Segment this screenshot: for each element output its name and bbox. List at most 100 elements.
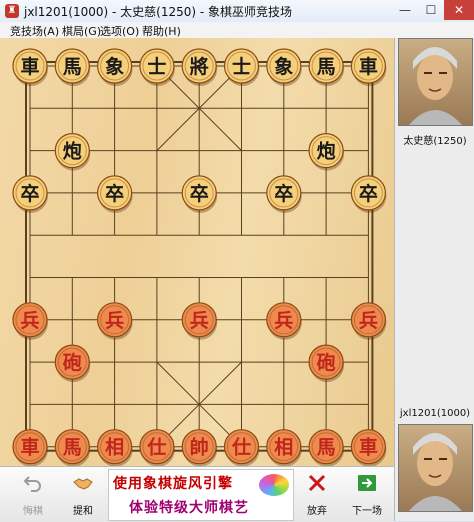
piece-label: 車 (359, 55, 378, 78)
red-cannon-piece[interactable]: 砲 (308, 344, 345, 383)
black-chariot-piece[interactable]: 車 (350, 48, 387, 86)
offer-draw-label: 提和 (73, 506, 93, 517)
undo-label: 悔棋 (23, 506, 43, 517)
black-general-piece[interactable]: 將 (181, 48, 218, 86)
next-game-button[interactable]: 下一场 (342, 469, 392, 519)
piece-label: 仕 (146, 436, 166, 459)
resign-label: 放弃 (307, 506, 327, 517)
title-bar: ♜ jxl1201(1000) - 太史慈(1250) - 象棋巫师竞技场 — … (0, 0, 474, 23)
resign-x-icon (308, 474, 326, 492)
window-title: jxl1201(1000) - 太史慈(1250) - 象棋巫师竞技场 (24, 5, 293, 19)
piece-label: 帥 (190, 436, 209, 459)
app-icon: ♜ (5, 4, 19, 18)
red-soldier-piece[interactable]: 兵 (181, 302, 218, 340)
red-soldier-piece[interactable]: 兵 (350, 302, 387, 340)
black-horse-piece[interactable]: 馬 (308, 48, 345, 86)
opponent-name: 太史慈(1250) (403, 136, 467, 147)
offer-draw-button[interactable]: 提和 (58, 469, 108, 519)
red-elephant-piece[interactable]: 相 (266, 429, 302, 466)
menu-help[interactable]: 帮助(H) (142, 23, 181, 39)
menu-bar: 竞技场(A) 棋局(G) 选项(O) 帮助(H) (0, 22, 474, 39)
black-soldier-piece[interactable]: 卒 (350, 175, 387, 213)
piece-label: 車 (20, 55, 39, 78)
black-soldier-piece[interactable]: 卒 (266, 175, 302, 213)
swirl-logo-icon (259, 474, 289, 496)
chess-board[interactable]: 車馬象士將士象馬車炮炮卒卒卒卒卒兵兵兵兵兵砲砲車馬相仕帥仕相馬車 (0, 38, 394, 466)
piece-label: 車 (359, 436, 378, 459)
piece-label: 象 (105, 55, 124, 78)
piece-label: 馬 (63, 56, 82, 78)
promo-line-1: 使用象棋旋风引擎 (113, 476, 233, 492)
menu-options[interactable]: 选项(O) (100, 23, 139, 39)
piece-label: 馬 (317, 56, 336, 78)
self-portrait (398, 424, 473, 512)
piece-label: 兵 (274, 310, 293, 332)
black-soldier-piece[interactable]: 卒 (12, 175, 48, 213)
opponent-avatar-icon (409, 47, 462, 125)
piece-label: 卒 (20, 182, 39, 205)
maximize-button[interactable]: ☐ (418, 0, 444, 20)
piece-label: 兵 (359, 310, 378, 332)
piece-label: 將 (190, 55, 209, 78)
piece-label: 兵 (190, 310, 209, 332)
black-advisor-piece[interactable]: 士 (139, 48, 175, 86)
piece-label: 士 (147, 56, 166, 78)
piece-label: 兵 (20, 310, 39, 332)
resign-button[interactable]: 放弃 (292, 469, 342, 519)
black-soldier-piece[interactable]: 卒 (96, 175, 133, 213)
menu-game[interactable]: 棋局(G) (62, 23, 101, 39)
black-cannon-piece[interactable]: 炮 (54, 132, 91, 171)
black-elephant-piece[interactable]: 象 (96, 48, 133, 86)
red-cannon-piece[interactable]: 砲 (54, 344, 91, 383)
undo-button[interactable]: 悔棋 (8, 469, 58, 519)
piece-label: 卒 (105, 182, 124, 205)
piece-label: 相 (274, 437, 293, 459)
self-name: jxl1201(1000) (399, 408, 471, 419)
piece-label: 象 (274, 55, 293, 78)
minimize-button[interactable]: — (392, 0, 418, 20)
red-soldier-piece[interactable]: 兵 (266, 302, 302, 340)
red-elephant-piece[interactable]: 相 (96, 429, 133, 466)
board-grid[interactable]: 車馬象士將士象馬車炮 炮卒卒卒卒卒兵兵兵兵兵砲 砲車馬相仕帥仕相馬車 (0, 38, 394, 466)
self-avatar-icon (409, 433, 462, 511)
black-elephant-piece[interactable]: 象 (266, 48, 302, 86)
opponent-portrait (398, 38, 473, 126)
piece-label: 馬 (317, 437, 336, 459)
piece-label: 砲 (317, 352, 336, 374)
undo-icon (23, 476, 41, 492)
handshake-icon (73, 478, 93, 490)
promo-banner[interactable]: 使用象棋旋风引擎 体验特级大师棋艺 (108, 469, 294, 521)
player-panel: 太史慈(1250) jxl1201(1000) (394, 38, 474, 521)
red-horse-piece[interactable]: 馬 (54, 429, 91, 466)
black-horse-piece[interactable]: 馬 (54, 48, 91, 86)
piece-label: 卒 (190, 182, 209, 205)
red-advisor-piece[interactable]: 仕 (139, 429, 175, 466)
piece-label: 士 (232, 56, 251, 78)
red-horse-piece[interactable]: 馬 (308, 429, 345, 466)
black-chariot-piece[interactable]: 車 (12, 48, 48, 86)
piece-label: 仕 (231, 436, 251, 459)
red-soldier-piece[interactable]: 兵 (12, 302, 48, 340)
red-chariot-piece[interactable]: 車 (12, 429, 48, 466)
close-button[interactable]: ✕ (444, 0, 474, 20)
piece-label: 馬 (63, 437, 82, 459)
promo-line-2: 体验特级大师棋艺 (129, 500, 249, 516)
piece-label: 卒 (359, 182, 378, 205)
piece-label: 砲 (63, 352, 82, 374)
piece-label: 兵 (105, 310, 124, 332)
black-cannon-piece[interactable]: 炮 (308, 132, 345, 171)
next-arrow-icon (358, 475, 376, 491)
next-game-label: 下一场 (352, 506, 382, 517)
piece-label: 卒 (274, 182, 293, 205)
menu-arena[interactable]: 竞技场(A) (10, 23, 59, 39)
piece-label: 相 (105, 437, 124, 459)
piece-label: 炮 (317, 140, 336, 163)
red-general-piece[interactable]: 帥 (181, 429, 218, 466)
piece-label: 車 (20, 436, 39, 459)
piece-label: 炮 (63, 140, 82, 163)
black-soldier-piece[interactable]: 卒 (181, 175, 218, 213)
red-advisor-piece[interactable]: 仕 (223, 429, 260, 466)
red-chariot-piece[interactable]: 車 (350, 429, 387, 466)
black-advisor-piece[interactable]: 士 (223, 48, 260, 86)
red-soldier-piece[interactable]: 兵 (96, 302, 133, 340)
